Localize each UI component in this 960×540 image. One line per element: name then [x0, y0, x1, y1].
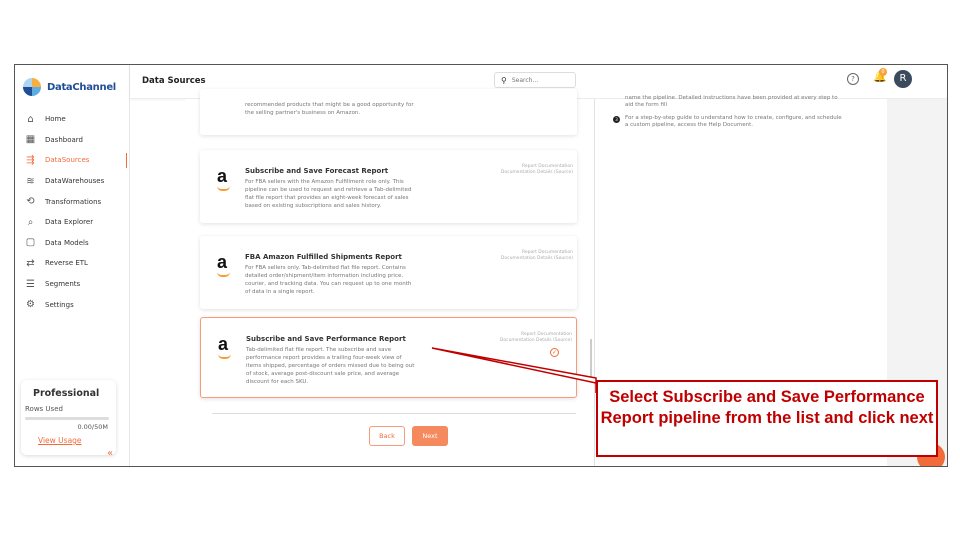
callout-pointer [431, 347, 597, 393]
